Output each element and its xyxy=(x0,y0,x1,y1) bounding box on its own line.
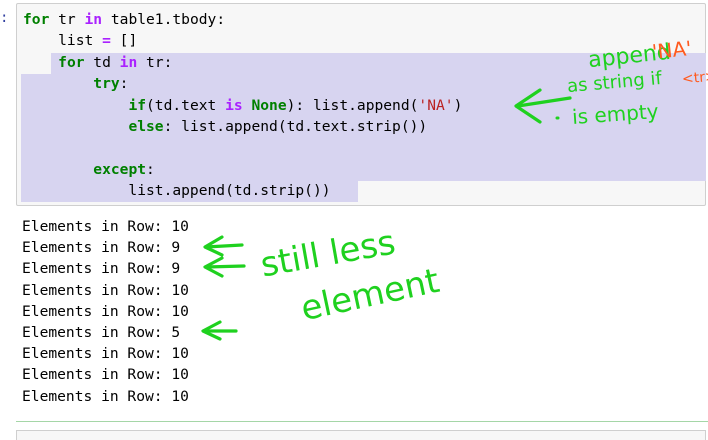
arrow-row-6 xyxy=(201,320,238,341)
arrow-row-2 xyxy=(203,235,244,257)
arrow-row-3 xyxy=(203,256,246,278)
annotation-tr-tag: <tr> xyxy=(681,68,708,88)
arrow-to-if-line xyxy=(514,88,572,124)
annotation-na: 'NA' xyxy=(650,35,693,65)
